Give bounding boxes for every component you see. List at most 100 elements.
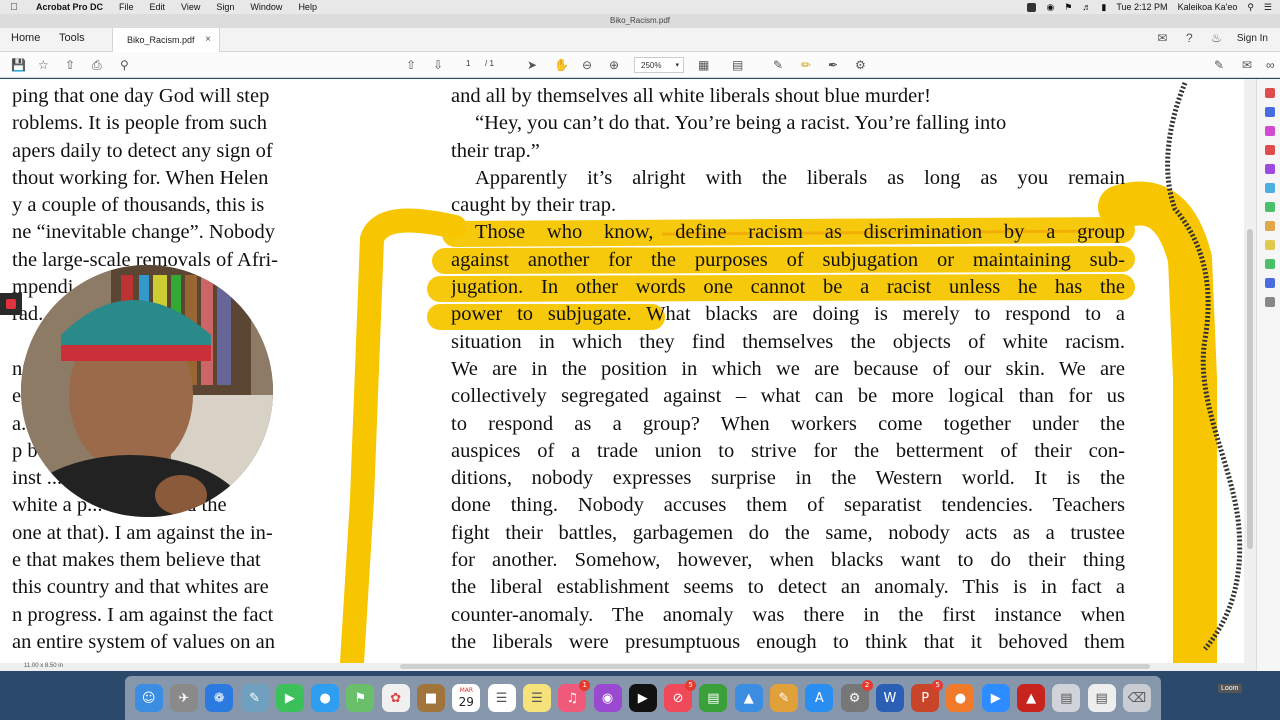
recording-indicator[interactable]: [0, 293, 22, 315]
compare-files-icon[interactable]: [1265, 259, 1275, 269]
word-icon[interactable]: W: [875, 684, 904, 712]
save-icon[interactable]: 💾: [11, 58, 26, 72]
menu-view[interactable]: View: [173, 2, 208, 12]
redact-icon[interactable]: [1265, 278, 1275, 288]
acrobat-icon[interactable]: ▲: [1017, 684, 1046, 712]
bookmark-star-icon[interactable]: ☆: [38, 58, 49, 72]
zoom-in-icon[interactable]: ⊕: [609, 58, 619, 72]
sign-in-button[interactable]: Sign In: [1237, 33, 1268, 44]
photos-icon[interactable]: ✿: [381, 684, 410, 712]
fill-sign-icon[interactable]: ✎: [1214, 58, 1224, 72]
draw-icon[interactable]: ✒: [828, 58, 838, 72]
print-icon[interactable]: ⎙: [92, 58, 102, 72]
notes-icon[interactable]: ☰: [522, 684, 551, 712]
powerpoint-icon[interactable]: P5: [911, 680, 944, 712]
trash-icon[interactable]: ⌫: [1122, 684, 1151, 712]
next-page-icon[interactable]: ⇩: [433, 58, 443, 72]
maps-icon[interactable]: ⚑: [346, 684, 375, 712]
comment-note-icon[interactable]: ✎: [773, 58, 783, 72]
documents-stack-icon[interactable]: ▤: [1087, 684, 1116, 712]
email-icon[interactable]: ✉: [1242, 58, 1252, 72]
create-pdf-icon[interactable]: [1265, 126, 1275, 136]
export-pdf-icon[interactable]: [1265, 88, 1275, 98]
page-number-input[interactable]: 1: [466, 59, 470, 68]
vertical-scrollbar[interactable]: [1244, 79, 1256, 663]
menu-sign[interactable]: Sign: [208, 2, 242, 12]
upload-icon[interactable]: ⇧: [65, 58, 75, 72]
stop-recording-icon[interactable]: [6, 299, 16, 309]
tab-document[interactable]: Biko_Racism.pdf ×: [112, 28, 220, 52]
tab-tools[interactable]: Tools: [59, 32, 85, 44]
calendar-icon[interactable]: MAR 29: [452, 684, 481, 712]
news-icon[interactable]: ⊘ 5: [664, 680, 697, 712]
spotlight-icon[interactable]: ⚲: [1247, 2, 1254, 13]
tab-home[interactable]: Home: [11, 32, 40, 44]
page-display-icon[interactable]: ▦: [698, 58, 709, 72]
webcam-bubble[interactable]: [21, 265, 273, 517]
contacts-icon[interactable]: ■: [417, 684, 446, 712]
zoom-app-icon[interactable]: ▶: [981, 684, 1010, 712]
app-store-icon[interactable]: A: [805, 684, 834, 712]
text-line: n progress. I am against the fact: [12, 603, 274, 626]
preview-icon[interactable]: ✎: [240, 684, 269, 712]
scrollbar-thumb[interactable]: [400, 664, 1150, 669]
more-tools-pane-icon[interactable]: [1265, 297, 1275, 307]
comment-tool-icon[interactable]: [1265, 240, 1275, 250]
clock[interactable]: Tue 2:12 PM: [1116, 2, 1167, 12]
messages-icon[interactable]: ●: [311, 684, 340, 712]
battery-icon[interactable]: ▮: [1101, 2, 1106, 13]
combine-files-icon[interactable]: [1265, 145, 1275, 155]
organize-pages-icon[interactable]: [1265, 164, 1275, 174]
protect-icon[interactable]: [1265, 221, 1275, 231]
pages-icon[interactable]: ✎: [769, 684, 798, 712]
text-line: fight their battles, garbagemen do the s…: [451, 521, 1125, 544]
apple-menu-icon[interactable]: : [0, 2, 28, 13]
horizontal-scrollbar[interactable]: [0, 663, 1256, 671]
menu-window[interactable]: Window: [242, 2, 290, 12]
zoom-level-select[interactable]: 250% ▾: [634, 57, 684, 73]
control-center-icon[interactable]: ☰: [1264, 2, 1272, 13]
camera-status-icon[interactable]: [1027, 2, 1037, 12]
search-icon[interactable]: ⚲: [120, 58, 129, 72]
podcasts-icon[interactable]: ◉: [593, 684, 622, 712]
help-icon[interactable]: ?: [1183, 32, 1196, 45]
notifications-bell-icon[interactable]: ♨: [1210, 32, 1223, 45]
safari-icon[interactable]: ❁: [205, 684, 234, 712]
menu-edit[interactable]: Edit: [142, 2, 174, 12]
keynote-icon[interactable]: ▲: [734, 684, 763, 712]
system-preferences-icon[interactable]: ⚙ 2: [840, 680, 873, 712]
send-comments-icon[interactable]: [1265, 183, 1275, 193]
scrolling-mode-icon[interactable]: ▤: [732, 58, 743, 72]
apple-tv-icon[interactable]: ▶: [628, 684, 657, 712]
reminders-icon[interactable]: ☰: [487, 684, 516, 712]
finder-icon[interactable]: ☺: [134, 684, 163, 712]
select-pointer-icon[interactable]: ➤: [527, 58, 537, 72]
text-line: ditions, nobody expresses surprise in th…: [451, 467, 1125, 490]
firefox-icon[interactable]: ●: [946, 684, 975, 712]
flag-icon[interactable]: ⚑: [1064, 2, 1072, 13]
volume-icon[interactable]: ♬: [1082, 2, 1091, 12]
scrollbar-thumb[interactable]: [1247, 229, 1253, 549]
menu-file[interactable]: File: [111, 2, 142, 12]
wifi-icon[interactable]: ◉: [1046, 2, 1054, 13]
user-name[interactable]: Kaleikoa Ka'eo: [1178, 2, 1238, 12]
edit-pdf-icon[interactable]: [1265, 107, 1275, 117]
hand-tool-icon[interactable]: ✋: [554, 58, 569, 72]
share-link-icon[interactable]: ∞: [1266, 58, 1275, 72]
facetime-icon[interactable]: ▶: [275, 684, 304, 712]
close-tab-icon[interactable]: ×: [205, 34, 211, 45]
downloads-folder-icon[interactable]: ▤: [1052, 684, 1081, 712]
highlighter-icon[interactable]: ✏: [801, 58, 811, 72]
more-tools-icon[interactable]: ⚙: [855, 58, 866, 72]
loom-label[interactable]: Loom: [1218, 684, 1242, 693]
zoom-out-icon[interactable]: ⊖: [582, 58, 592, 72]
comment-icon[interactable]: ✉: [1156, 32, 1169, 45]
launchpad-icon[interactable]: ✈: [169, 684, 198, 712]
text-line: this country and that whites are: [12, 576, 269, 599]
scan-ocr-icon[interactable]: [1265, 202, 1275, 212]
music-icon[interactable]: ♫ 1: [558, 680, 591, 712]
previous-page-icon[interactable]: ⇧: [406, 58, 416, 72]
numbers-icon[interactable]: ▤: [699, 684, 728, 712]
app-menu[interactable]: Acrobat Pro DC: [28, 2, 111, 12]
menu-help[interactable]: Help: [290, 2, 325, 12]
